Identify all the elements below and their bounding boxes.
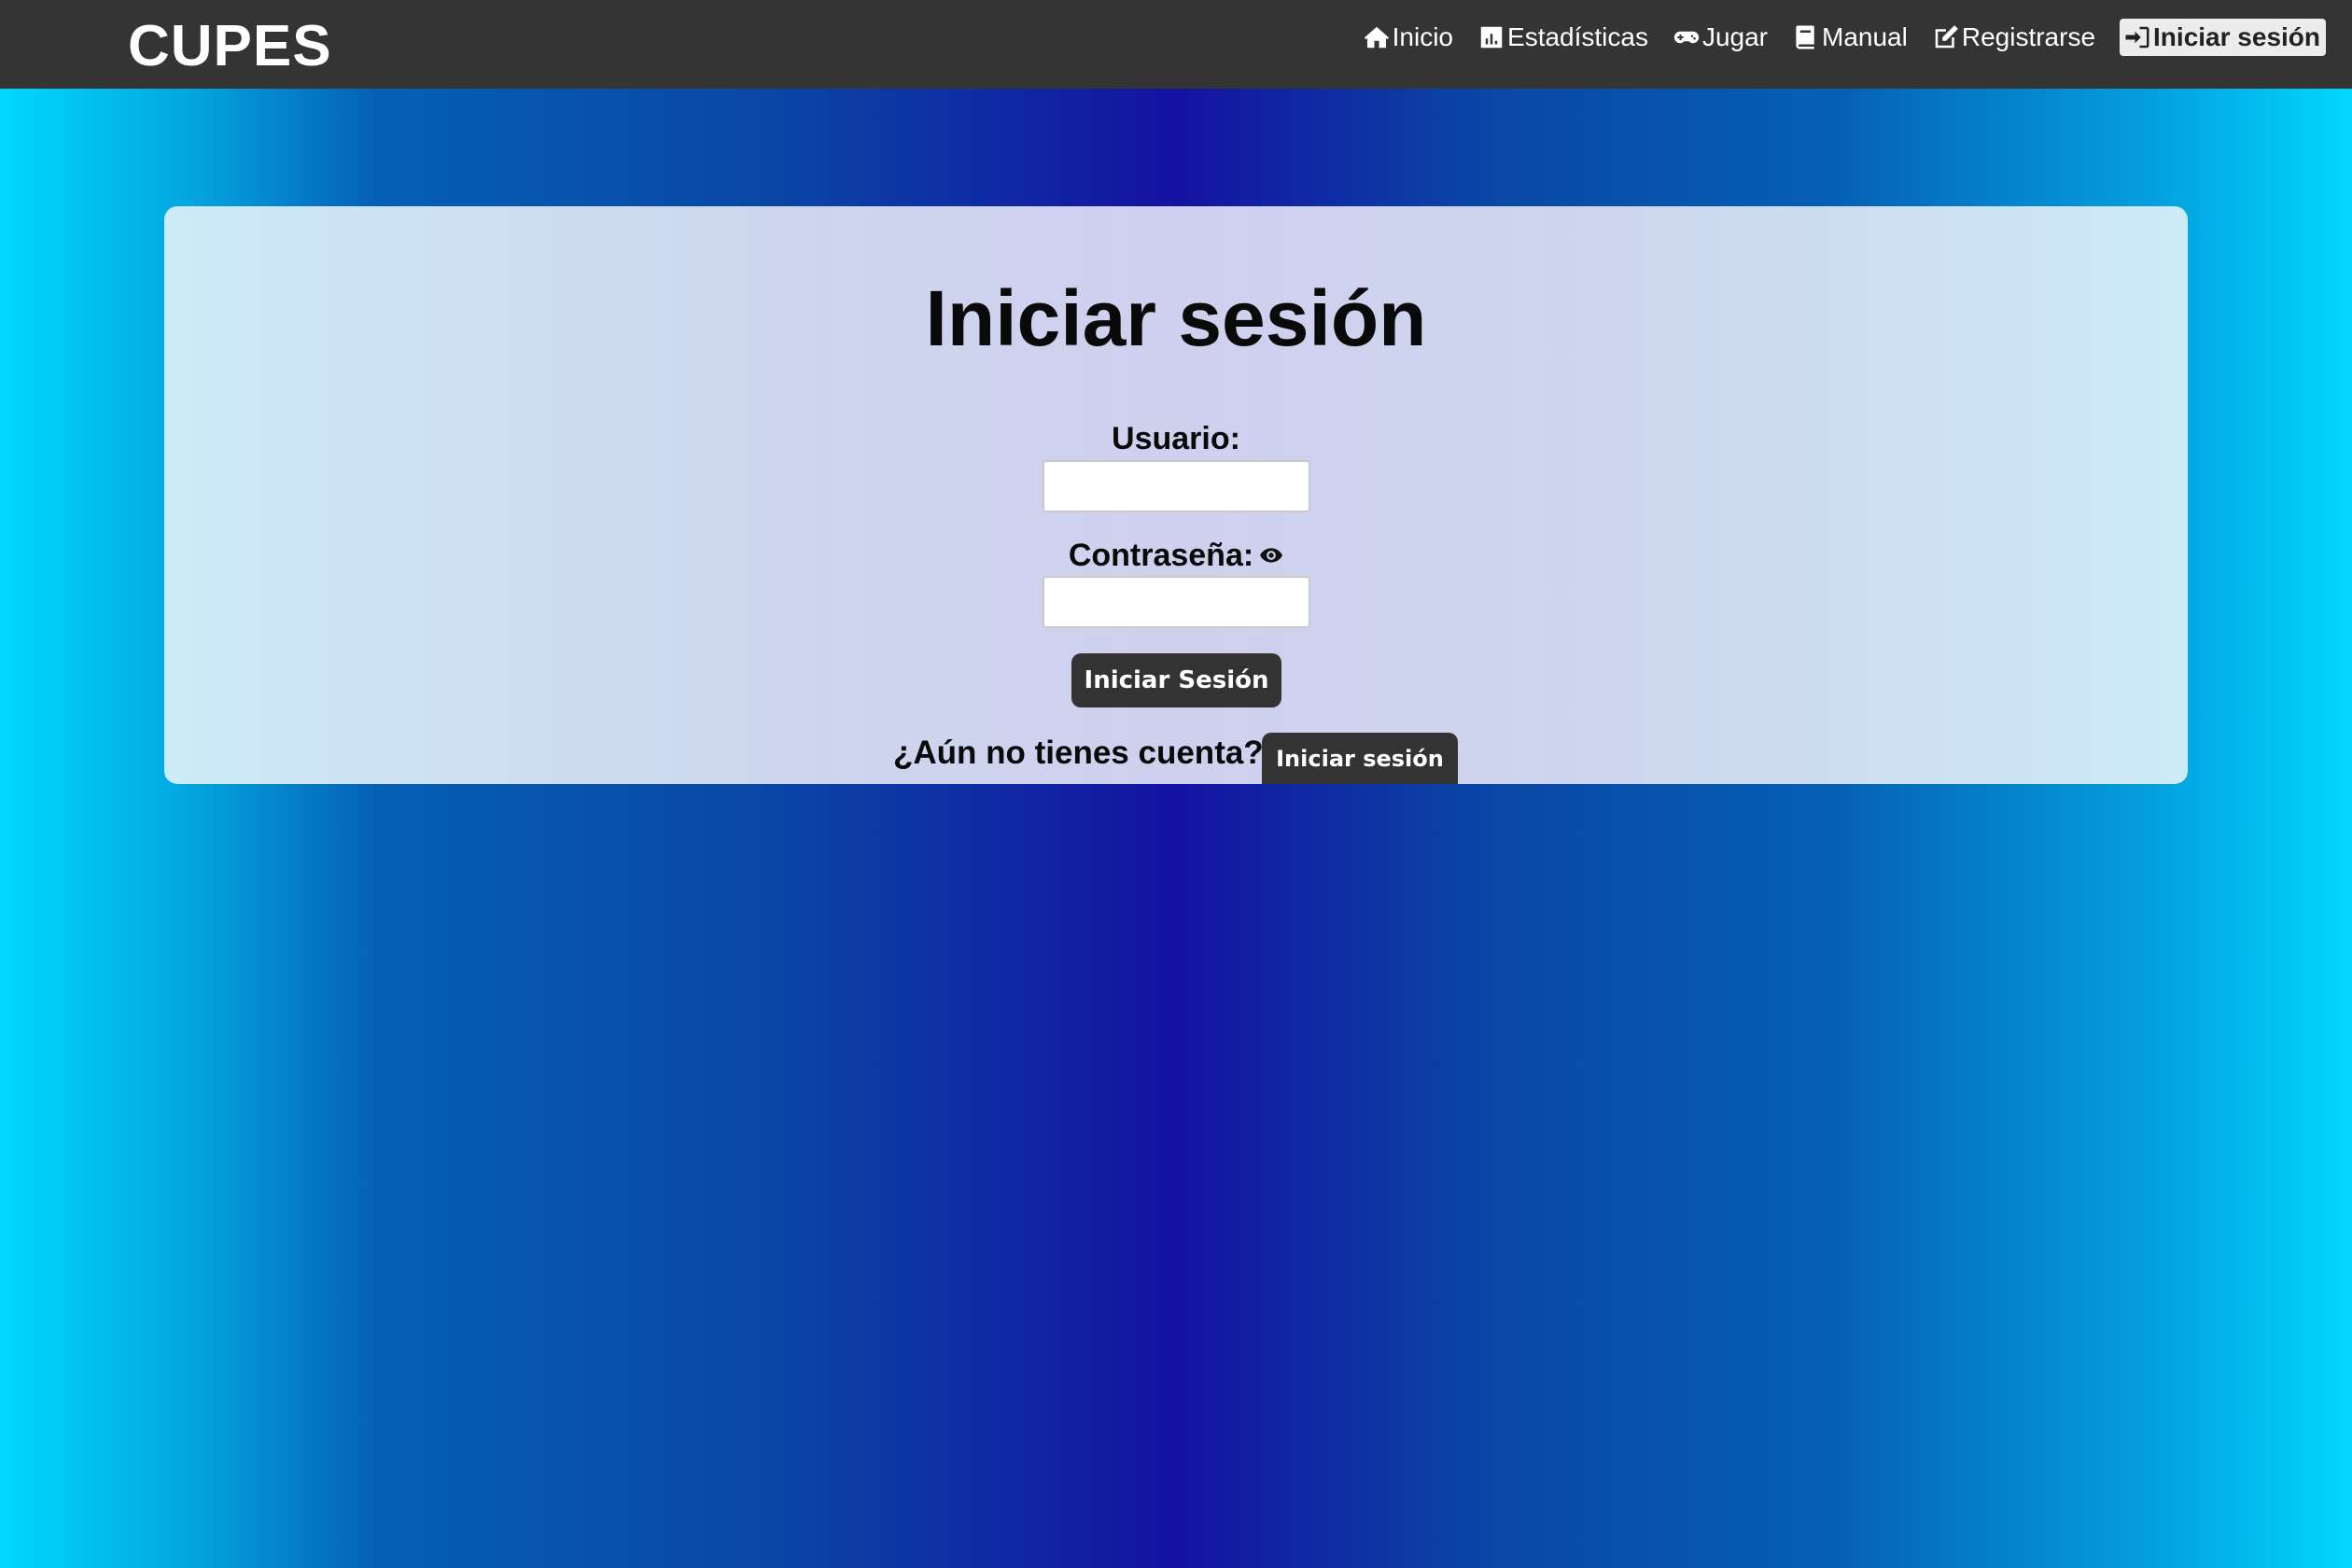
eye-icon[interactable]: [1259, 543, 1283, 567]
nav-item-jugar[interactable]: Jugar: [1673, 22, 1768, 52]
nav-item-label: Estadísticas: [1507, 22, 1648, 51]
nav-item-iniciar-sesion[interactable]: Iniciar sesión: [2120, 19, 2326, 56]
username-label-text: Usuario:: [1112, 421, 1240, 456]
brand-logo[interactable]: CUPES: [128, 13, 332, 79]
page-title: Iniciar sesión: [925, 274, 1427, 362]
nav-item-label: Manual: [1822, 22, 1908, 51]
signup-prompt: ¿Aún no tienes cuenta?: [893, 735, 1264, 771]
password-field[interactable]: [1043, 576, 1310, 628]
nav-item-registrarse[interactable]: Registrarse: [1932, 22, 2095, 52]
login-card: Iniciar sesión Usuario: Contraseña: Inic…: [164, 206, 2188, 784]
signup-button[interactable]: Iniciar sesión: [1262, 733, 1458, 784]
username-field[interactable]: [1043, 460, 1310, 512]
chart-icon: [1480, 26, 1503, 49]
nav-item-estadisticas[interactable]: Estadísticas: [1477, 22, 1648, 52]
edit-icon: [1935, 25, 1958, 49]
home-icon: [1364, 26, 1389, 49]
password-label-text: Contraseña:: [1068, 538, 1254, 573]
password-label: Contraseña:: [164, 538, 2188, 574]
nav-item-label: Jugar: [1701, 22, 1769, 51]
username-label: Usuario:: [164, 421, 2188, 457]
nav-item-label: Iniciar sesión: [2153, 22, 2320, 51]
gamepad-icon: [1673, 31, 1700, 44]
nav-menu: Inicio Estadísticas Jugar Manual Registr…: [1338, 19, 2326, 56]
sign-in-icon: [2125, 26, 2149, 49]
nav-item-inicio[interactable]: Inicio: [1363, 22, 1453, 52]
nav-item-label: Inicio: [1392, 22, 1454, 51]
nav-item-label: Registrarse: [1961, 22, 2096, 51]
navbar: CUPES Inicio Estadísticas Jugar Manual R…: [0, 0, 2352, 89]
book-icon: [1796, 25, 1814, 49]
nav-item-manual[interactable]: Manual: [1792, 22, 1908, 52]
login-submit-button[interactable]: Iniciar Sesión: [1071, 653, 1281, 707]
